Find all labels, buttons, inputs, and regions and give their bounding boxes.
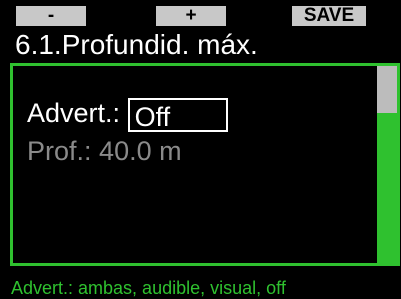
depth-label: Prof.: <box>27 136 92 166</box>
options-hint: Advert.: ambas, audible, visual, off <box>11 278 286 298</box>
depth-row[interactable]: Prof.: 40.0 m <box>27 136 182 166</box>
warning-row[interactable]: Advert.: Off <box>27 98 228 132</box>
plus-softkey[interactable]: + <box>156 6 226 26</box>
settings-panel: Advert.: Off Prof.: 40.0 m <box>10 63 400 266</box>
minus-softkey[interactable]: - <box>16 6 86 26</box>
warning-value-field[interactable]: Off <box>127 98 228 132</box>
scrollbar-thumb[interactable] <box>377 66 397 113</box>
save-softkey[interactable]: SAVE <box>292 6 366 26</box>
scrollbar[interactable] <box>377 66 397 263</box>
screen-title: 6.1.Profundid. máx. <box>15 29 258 60</box>
warning-label: Advert.: <box>27 98 121 129</box>
depth-value: 40.0 m <box>99 136 182 166</box>
